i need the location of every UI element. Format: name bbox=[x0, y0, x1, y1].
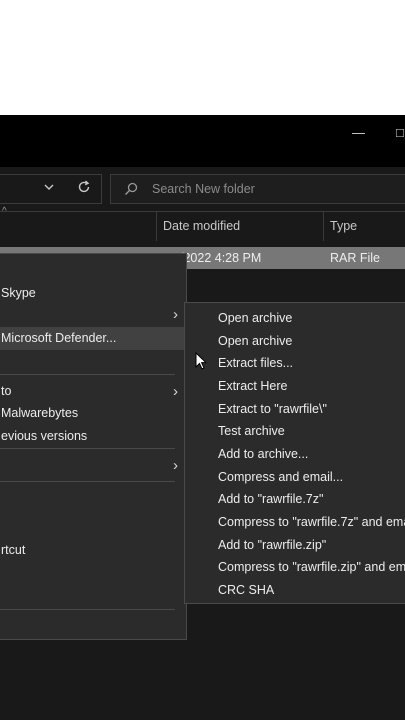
address-bar[interactable] bbox=[0, 174, 102, 204]
menu-item-create-shortcut[interactable]: rtcut bbox=[0, 539, 186, 562]
chevron-right-icon: › bbox=[173, 383, 178, 400]
column-header-date-modified[interactable]: Date modified bbox=[163, 212, 240, 241]
column-separator[interactable] bbox=[156, 212, 157, 241]
submenu-item-open-archive-alt[interactable]: Open archive bbox=[218, 331, 292, 351]
7zip-submenu: Open archive Open archive Extract files.… bbox=[184, 302, 405, 604]
submenu-item-test-archive[interactable]: Test archive bbox=[218, 421, 285, 441]
menu-item-malwarebytes[interactable]: Malwarebytes bbox=[0, 402, 186, 425]
file-type: RAR File bbox=[330, 251, 381, 265]
chevron-down-icon[interactable] bbox=[43, 181, 55, 196]
search-box[interactable]: Search New folder bbox=[110, 174, 405, 204]
menu-item-skype[interactable]: Skype bbox=[0, 282, 186, 305]
menu-item-label: Microsoft Defender... bbox=[1, 331, 117, 345]
title-bar: — □ bbox=[0, 115, 405, 167]
menu-item-restore-previous-versions[interactable]: evious versions bbox=[0, 425, 186, 448]
menu-separator bbox=[0, 609, 175, 610]
menu-item-submenu-7zip[interactable]: › bbox=[0, 303, 186, 326]
chevron-right-icon: › bbox=[173, 457, 178, 474]
menu-separator bbox=[0, 481, 175, 482]
submenu-item-compress-zip-email[interactable]: Compress to "rawrfile.zip" and em bbox=[218, 557, 405, 577]
menu-item-label: Malwarebytes bbox=[1, 406, 79, 420]
menu-item-label: Skype bbox=[1, 286, 36, 300]
background-app-area bbox=[0, 0, 405, 115]
submenu-item-open-archive[interactable]: Open archive bbox=[218, 308, 292, 328]
search-icon bbox=[123, 181, 139, 200]
menu-item-microsoft-defender[interactable]: Microsoft Defender... bbox=[0, 327, 186, 350]
refresh-icon[interactable] bbox=[77, 180, 91, 197]
submenu-item-add-to-7z[interactable]: Add to "rawrfile.7z" bbox=[218, 489, 323, 509]
menu-separator bbox=[0, 448, 175, 449]
menu-item-send-to[interactable]: › bbox=[0, 454, 186, 477]
mouse-cursor-icon bbox=[195, 351, 208, 373]
submenu-item-extract-here[interactable]: Extract Here bbox=[218, 376, 287, 396]
submenu-item-add-to-archive[interactable]: Add to archive... bbox=[218, 444, 308, 464]
context-menu: Skype › Microsoft Defender... to › Malwar… bbox=[0, 253, 187, 640]
menu-item-label: to bbox=[1, 384, 12, 398]
column-header-type[interactable]: Type bbox=[330, 212, 357, 241]
maximize-button[interactable]: □ bbox=[396, 125, 404, 140]
chevron-right-icon: › bbox=[173, 306, 178, 323]
menu-item-label: rtcut bbox=[1, 543, 26, 557]
menu-item-share-to[interactable]: to › bbox=[0, 380, 186, 403]
submenu-item-extract-to-folder[interactable]: Extract to "rawrfile\" bbox=[218, 399, 327, 419]
submenu-item-extract-files[interactable]: Extract files... bbox=[218, 353, 293, 373]
submenu-item-compress-and-email[interactable]: Compress and email... bbox=[218, 467, 343, 487]
minimize-button[interactable]: — bbox=[352, 125, 365, 140]
search-placeholder: Search New folder bbox=[152, 182, 255, 196]
sort-caret-icon: ^ bbox=[2, 206, 7, 217]
submenu-item-compress-7z-email[interactable]: Compress to "rawrfile.7z" and ema bbox=[218, 512, 405, 532]
menu-separator bbox=[0, 374, 175, 375]
toolbar: Search New folder bbox=[0, 167, 405, 210]
file-date-modified: /2022 4:28 PM bbox=[180, 251, 262, 265]
submenu-item-crc-sha[interactable]: CRC SHA bbox=[218, 580, 274, 600]
column-separator[interactable] bbox=[323, 212, 324, 241]
menu-item-label: evious versions bbox=[1, 429, 88, 443]
submenu-item-add-to-zip[interactable]: Add to "rawrfile.zip" bbox=[218, 535, 326, 555]
